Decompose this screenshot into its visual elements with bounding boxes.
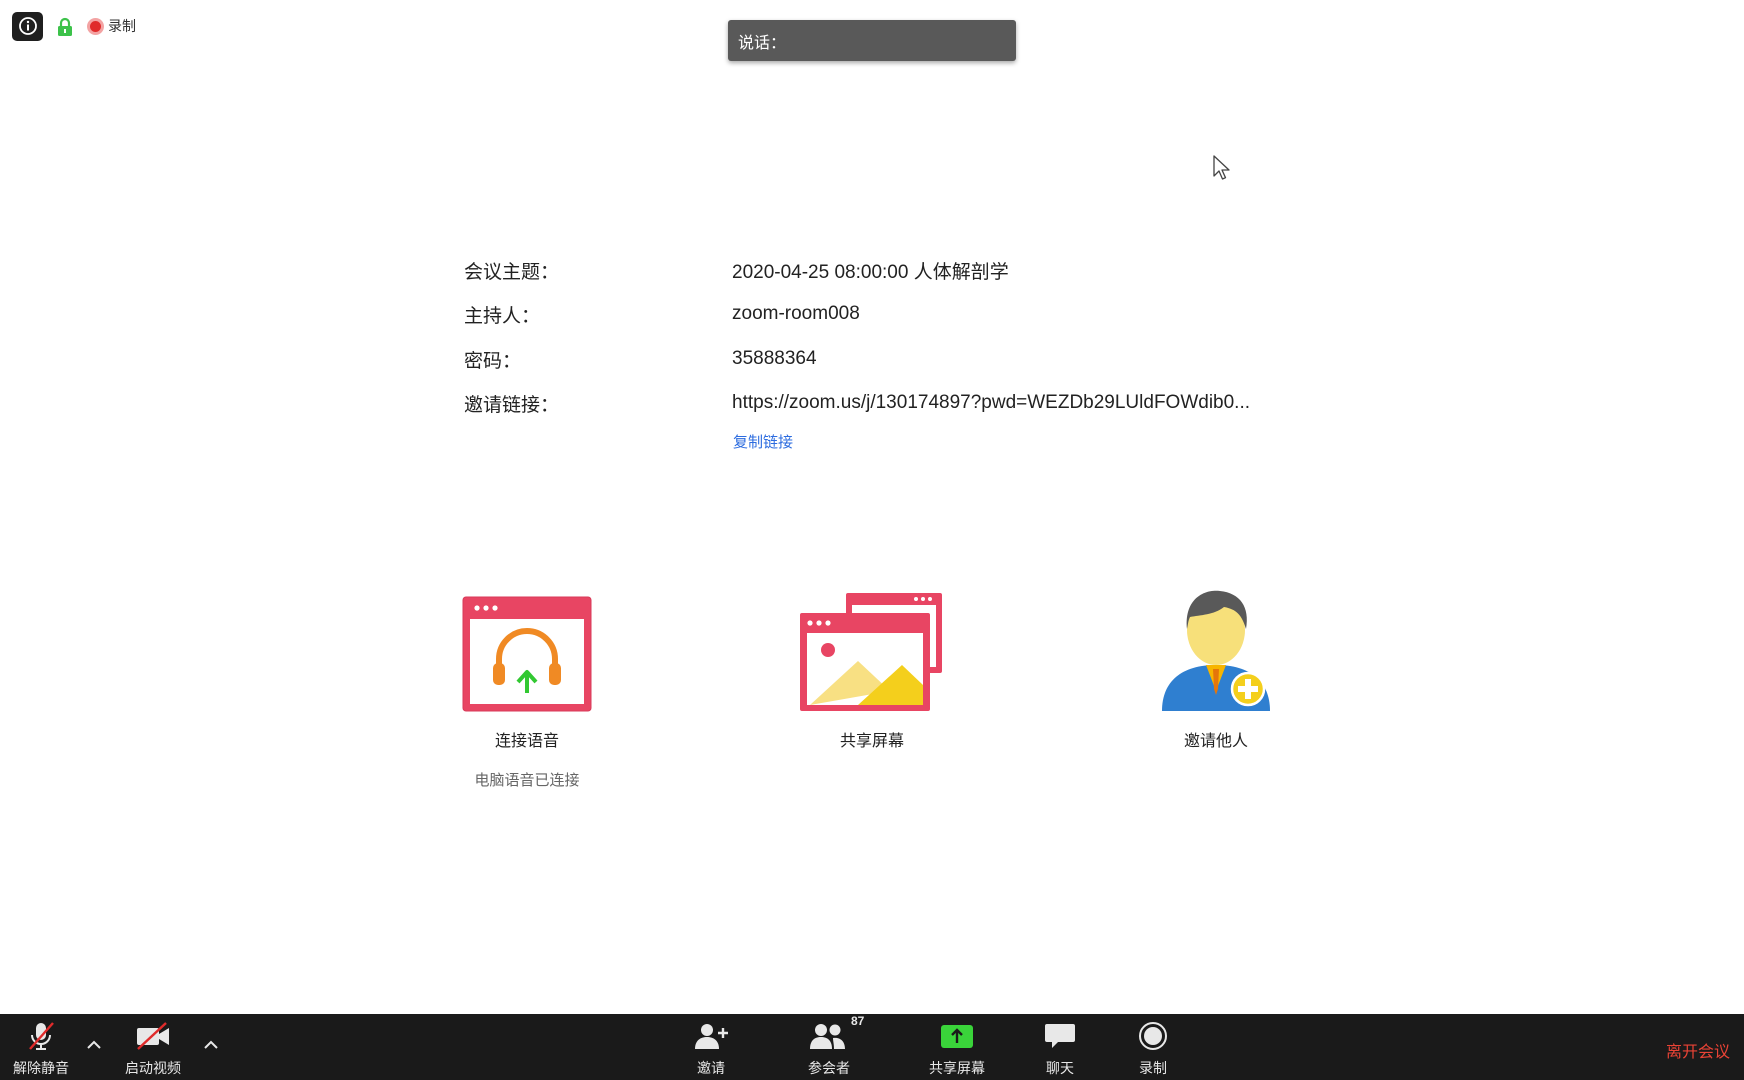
meeting-topic-value: 2020-04-25 08:00:00 人体解剖学 (732, 261, 1009, 283)
info-icon (18, 17, 37, 35)
host-row: 主持人： zoom-room008 (464, 299, 860, 329)
add-person-icon (695, 1024, 728, 1049)
connect-audio-label: 连接语音 (494, 731, 559, 750)
invite-link-row: 邀请链接： https://zoom.us/j/130174897?pwd=WE… (464, 388, 1250, 418)
meeting-info-button[interactable] (12, 11, 43, 41)
invite-others-label: 邀请他人 (1183, 731, 1248, 750)
unmute-button[interactable]: 解除静音 (6, 1014, 76, 1080)
leave-meeting-button[interactable]: 离开会议 (1666, 1038, 1730, 1062)
share-screen-windows-icon (800, 593, 942, 711)
invite-button[interactable]: 邀请 (686, 1014, 736, 1080)
participants-label: 参会者 (808, 1061, 850, 1077)
share-screen-icon (941, 1025, 973, 1048)
chevron-up-icon (87, 1040, 101, 1049)
start-video-label: 启动视频 (125, 1061, 181, 1077)
audio-window-icon (462, 596, 592, 712)
video-camera-off-icon (137, 1022, 169, 1050)
meeting-window: 录制 说话： 会议主题： 2020-04-25 08:00:00 人体解剖学 主… (0, 0, 1744, 1080)
meeting-status-bar: 录制 (12, 11, 136, 41)
record-icon (1139, 1022, 1167, 1050)
chat-label: 聊天 (1046, 1061, 1074, 1077)
chevron-up-icon (204, 1040, 218, 1049)
participants-count: 87 (851, 1014, 865, 1028)
recording-label: 录制 (108, 19, 136, 35)
audio-connected-status: 电脑语音已连接 (474, 771, 580, 789)
mouse-cursor-icon (1213, 155, 1230, 180)
invite-others-tile[interactable]: 邀请他人 (1106, 585, 1326, 751)
invite-person-icon (1162, 590, 1270, 711)
password-row: 密码： 35888364 (464, 344, 817, 374)
record-button[interactable]: 录制 (1129, 1014, 1177, 1080)
meeting-toolbar: 解除静音 启动视频 邀请 87 参会者 共享屏幕 聊天 录制 离开会议 (0, 1014, 1744, 1080)
meeting-topic-label: 会议主题： (464, 260, 560, 283)
participants-icon (810, 1024, 845, 1049)
encryption-lock-icon[interactable] (57, 15, 75, 37)
share-screen-button[interactable]: 共享屏幕 (920, 1014, 994, 1080)
audio-options-caret[interactable] (82, 1032, 106, 1058)
recording-dot-icon (87, 17, 104, 35)
microphone-muted-icon (29, 1022, 54, 1050)
meeting-topic-row: 会议主题： 2020-04-25 08:00:00 人体解剖学 (464, 255, 1009, 285)
host-label: 主持人： (464, 304, 541, 327)
share-screen-tile[interactable]: 共享屏幕 (762, 585, 982, 751)
active-speaker-label: 说话： (738, 32, 787, 52)
chat-button[interactable]: 聊天 (1036, 1014, 1084, 1080)
video-options-caret[interactable] (199, 1032, 223, 1058)
invite-link-value: https://zoom.us/j/130174897?pwd=WEZDb29L… (732, 392, 1251, 413)
share-screen-toolbar-label: 共享屏幕 (929, 1061, 985, 1077)
chat-bubble-icon (1045, 1024, 1075, 1048)
participants-button[interactable]: 87 参会者 (794, 1014, 864, 1080)
host-value: zoom-room008 (732, 303, 860, 324)
start-video-button[interactable]: 启动视频 (117, 1014, 189, 1080)
copy-link-button[interactable]: 复制链接 (733, 431, 793, 452)
unmute-label: 解除静音 (13, 1061, 69, 1077)
password-value: 35888364 (732, 348, 817, 369)
recording-indicator: 录制 (87, 16, 136, 36)
share-screen-label: 共享屏幕 (839, 731, 904, 750)
connect-audio-tile[interactable]: 连接语音 电脑语音已连接 (417, 585, 637, 790)
invite-link-label: 邀请链接： (464, 393, 560, 416)
record-label: 录制 (1139, 1061, 1167, 1077)
active-speaker-bar: 说话： (728, 20, 1016, 61)
password-label: 密码： (464, 349, 522, 372)
invite-label: 邀请 (697, 1061, 725, 1077)
